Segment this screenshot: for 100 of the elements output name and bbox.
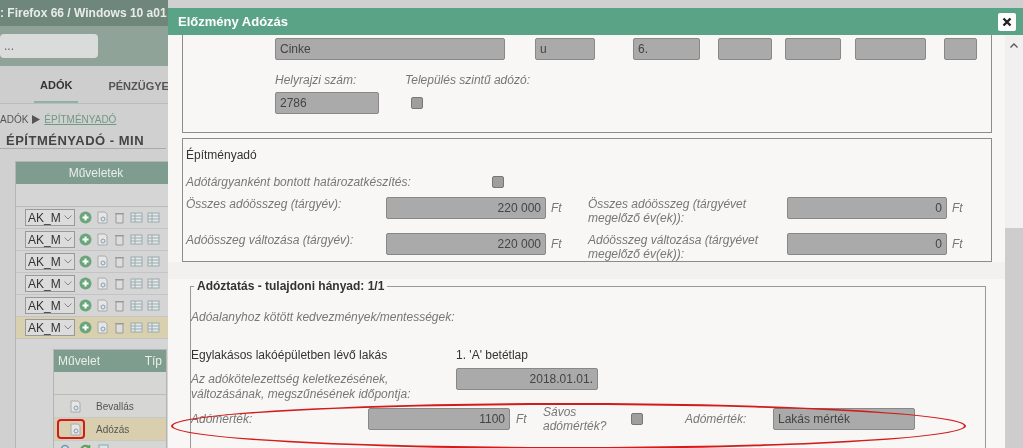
document-search-icon[interactable] — [96, 211, 109, 224]
document-search-icon[interactable] — [96, 299, 109, 312]
plus-circle-icon[interactable] — [79, 255, 92, 268]
field-label: Sávos adómérték? — [543, 405, 608, 433]
document-search-icon[interactable] — [96, 321, 109, 334]
select-dropdown[interactable]: AK_M — [25, 297, 75, 314]
table-icon[interactable] — [147, 277, 160, 290]
input-field[interactable]: 2786 — [275, 92, 379, 114]
plus-circle-icon[interactable] — [79, 233, 92, 246]
document-search-icon[interactable] — [68, 399, 82, 413]
checkbox[interactable] — [631, 413, 643, 425]
trash-icon[interactable] — [113, 277, 126, 290]
input-field[interactable]: 6. — [633, 38, 700, 60]
select-dropdown[interactable]: AK_M — [25, 275, 75, 292]
table-cell: Adózás — [96, 423, 130, 435]
breadcrumb-item: ADÓK — [0, 114, 29, 125]
input-field[interactable]: 1100 — [368, 408, 510, 430]
triangle-icon — [32, 115, 41, 124]
input-field[interactable]: Lakás mérték — [773, 408, 915, 430]
unit-label: Ft — [551, 201, 562, 215]
table-icon[interactable] — [130, 255, 143, 268]
column-header: Művelet — [58, 353, 101, 370]
table-icon[interactable] — [147, 233, 160, 246]
dialog-title: Előzmény Adózás — [178, 14, 289, 29]
section-legend: Adóztatás - tulajdoni hányad: 1/1 — [194, 279, 388, 293]
table-icon[interactable] — [147, 299, 160, 312]
select-dropdown[interactable]: AK_M — [25, 209, 75, 226]
input-field[interactable] — [855, 38, 926, 60]
plus-circle-icon[interactable] — [79, 277, 92, 290]
chevron-down-icon[interactable] — [64, 303, 72, 308]
unit-label: Ft — [952, 201, 963, 215]
input-field[interactable] — [718, 38, 772, 60]
trash-icon[interactable] — [113, 321, 126, 334]
field-label: Az adókötelezettség keletkezésének, változásának, megszűnésének időpontja: — [191, 372, 412, 402]
column-header: Típ — [144, 353, 162, 370]
chevron-down-icon[interactable] — [64, 281, 72, 286]
document-search-icon[interactable] — [68, 422, 82, 436]
field-label: Adómérték: — [191, 412, 254, 426]
input-field[interactable]: 220 000 — [386, 233, 546, 255]
chevron-down-icon[interactable] — [64, 325, 72, 330]
chevron-down-icon[interactable] — [64, 259, 72, 264]
chevron-down-icon[interactable] — [64, 237, 72, 242]
input-field[interactable]: Cinke — [275, 38, 505, 60]
input-field[interactable]: 220 000 — [386, 197, 546, 219]
close-button[interactable] — [998, 12, 1016, 31]
nav-tab[interactable]: ADÓK — [34, 74, 79, 103]
table-icon[interactable] — [147, 321, 160, 334]
input-field[interactable] — [785, 38, 841, 60]
field-label: Adóalanyhoz kötött kedvezmények/mentességek: — [191, 310, 455, 324]
table-icon[interactable] — [130, 211, 143, 224]
close-icon — [1002, 16, 1012, 27]
chevron-down-icon[interactable] — [64, 215, 72, 220]
table-icon[interactable] — [147, 255, 160, 268]
unit-label: Ft — [551, 237, 562, 251]
input-field[interactable] — [944, 38, 977, 60]
trash-icon[interactable] — [113, 299, 126, 312]
plus-circle-icon[interactable] — [79, 211, 92, 224]
unit-label: Ft — [515, 412, 528, 426]
checkbox[interactable] — [411, 97, 423, 109]
input-field[interactable]: u — [535, 38, 595, 60]
plus-circle-icon[interactable] — [79, 299, 92, 312]
document-search-icon[interactable] — [96, 277, 109, 290]
input-field[interactable]: 0 — [787, 233, 947, 255]
property-type: Egylakásos lakóépületben lévő lakás — [191, 348, 389, 362]
select-dropdown[interactable]: AK_M — [25, 319, 75, 336]
table-icon[interactable] — [147, 211, 160, 224]
field-label: Település szintű adózó: — [405, 73, 530, 87]
field-label: Helyrajzi szám: — [275, 73, 358, 87]
table-row[interactable]: Adózás — [54, 418, 166, 441]
field-label: Adóösszeg változása (tárgyév): — [186, 233, 354, 247]
nav-tab[interactable]: PÉNZÜGYE — [102, 74, 168, 103]
trash-icon[interactable] — [113, 255, 126, 268]
field-label: Adóösszeg változása (tárgyévet megelőző év(ek)): — [588, 233, 759, 261]
select-dropdown[interactable]: AK_M — [25, 231, 75, 248]
checkbox[interactable] — [492, 176, 504, 188]
plus-circle-icon[interactable] — [79, 321, 92, 334]
table-icon[interactable] — [130, 321, 143, 334]
field-label: Adótárgyanként bontott határozatkészítés: — [186, 175, 412, 189]
select-dropdown[interactable]: AK_M — [25, 253, 75, 270]
input-field[interactable]: 2018.01.01. — [456, 368, 598, 390]
field-label: Összes adóösszeg (tárgyévet megelőző év(ek)): — [588, 197, 747, 225]
trash-icon[interactable] — [113, 233, 126, 246]
panel-header: Műveletek — [16, 162, 168, 184]
operation-row[interactable]: AK_M — [16, 317, 168, 339]
input-field[interactable]: 0 — [787, 197, 947, 219]
scrollbar-thumb[interactable] — [1005, 228, 1023, 448]
scroll-up-icon[interactable] — [1010, 43, 1018, 48]
table-icon[interactable] — [130, 233, 143, 246]
unit-label: Ft — [952, 237, 963, 251]
window-title: : Firefox 66 / Windows 10 a01 — [0, 6, 167, 20]
document-search-icon[interactable] — [96, 255, 109, 268]
trash-icon[interactable] — [113, 211, 126, 224]
table-icon[interactable] — [130, 299, 143, 312]
search-field[interactable]: ... — [0, 34, 98, 58]
page-title: ÉPÍTMÉNYADÓ - MIN — [0, 125, 166, 149]
document-search-icon[interactable] — [96, 233, 109, 246]
table-icon[interactable] — [130, 277, 143, 290]
table-cell: Bevallás — [96, 400, 134, 412]
sheet-label: 1. 'A' betétlap — [456, 348, 528, 362]
section-title: Építményadó — [186, 148, 257, 162]
